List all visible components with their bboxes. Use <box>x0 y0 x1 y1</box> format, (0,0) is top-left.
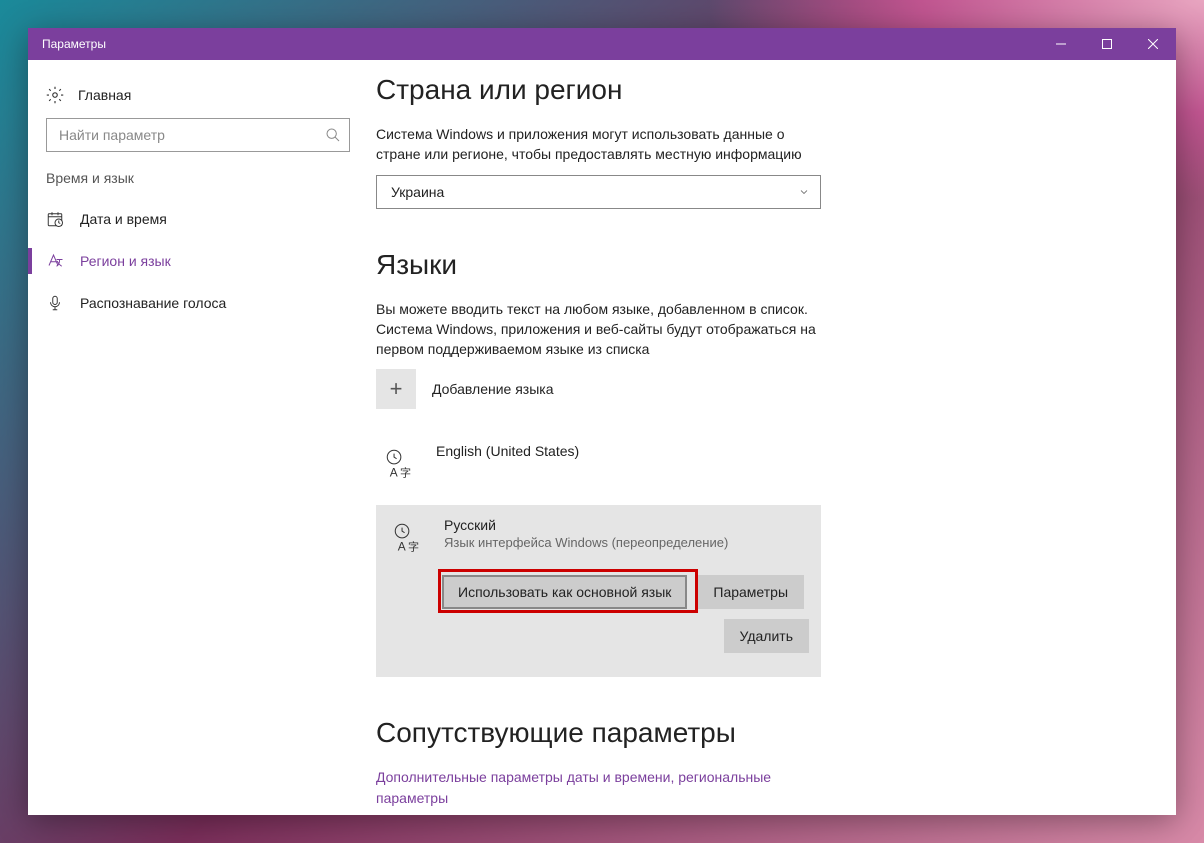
set-default-button[interactable]: Использовать как основной язык <box>442 575 687 609</box>
search-input[interactable] <box>59 127 325 143</box>
svg-text:字: 字 <box>408 540 419 554</box>
gear-icon <box>46 86 64 104</box>
svg-text:字: 字 <box>400 466 411 480</box>
region-description: Система Windows и приложения могут испол… <box>376 124 816 165</box>
sidebar-item-date-time[interactable]: Дата и время <box>28 198 368 240</box>
svg-text:A: A <box>390 466 398 480</box>
maximize-button[interactable] <box>1084 28 1130 60</box>
settings-window: Параметры Главная <box>28 28 1176 815</box>
sidebar-item-speech[interactable]: Распознавание голоса <box>28 282 368 324</box>
sidebar-item-label: Дата и время <box>80 211 167 227</box>
nav-group-label: Время и язык <box>28 170 368 198</box>
sidebar-item-region-language[interactable]: Регион и язык <box>28 240 368 282</box>
window-title: Параметры <box>28 37 1038 51</box>
microphone-icon <box>46 294 64 312</box>
language-subtitle: Язык интерфейса Windows (переопределение… <box>444 535 728 550</box>
language-glyph-icon: A 字 <box>388 517 428 557</box>
search-box[interactable] <box>46 118 350 152</box>
home-label: Главная <box>78 87 131 103</box>
svg-text:A: A <box>398 540 406 554</box>
language-name: English (United States) <box>436 443 579 459</box>
language-options-button[interactable]: Параметры <box>697 575 804 609</box>
calendar-clock-icon <box>46 210 64 228</box>
sidebar: Главная Время и язык Дата и время Ре <box>28 60 368 815</box>
chevron-down-icon <box>798 186 810 198</box>
related-heading: Сопутствующие параметры <box>376 717 1136 749</box>
region-heading: Страна или регион <box>376 74 1136 106</box>
languages-description: Вы можете вводить текст на любом языке, … <box>376 299 816 360</box>
language-item-english[interactable]: A 字 English (United States) <box>376 433 1136 493</box>
add-language-button[interactable]: + Добавление языка <box>376 369 1136 409</box>
close-button[interactable] <box>1130 28 1176 60</box>
remove-language-button[interactable]: Удалить <box>724 619 809 653</box>
add-language-label: Добавление языка <box>432 381 554 397</box>
minimize-button[interactable] <box>1038 28 1084 60</box>
window-controls <box>1038 28 1176 60</box>
language-name: Русский <box>444 517 728 533</box>
search-icon <box>325 127 341 143</box>
country-dropdown[interactable]: Украина <box>376 175 821 209</box>
sidebar-item-label: Регион и язык <box>80 253 171 269</box>
country-selected: Украина <box>391 184 798 200</box>
language-item-russian[interactable]: A 字 Русский Язык интерфейса Windows (пер… <box>388 517 809 557</box>
language-glyph-icon: A 字 <box>380 443 420 483</box>
sidebar-item-label: Распознавание голоса <box>80 295 226 311</box>
languages-heading: Языки <box>376 249 1136 281</box>
titlebar[interactable]: Параметры <box>28 28 1176 60</box>
home-nav[interactable]: Главная <box>28 78 368 118</box>
plus-icon: + <box>376 369 416 409</box>
main-panel: Страна или регион Система Windows и прил… <box>368 60 1176 815</box>
related-settings-link[interactable]: Дополнительные параметры даты и времени,… <box>376 767 816 809</box>
content-area: Главная Время и язык Дата и время Ре <box>28 60 1176 815</box>
language-item-russian-panel: A 字 Русский Язык интерфейса Windows (пер… <box>376 505 821 677</box>
language-icon <box>46 252 64 270</box>
